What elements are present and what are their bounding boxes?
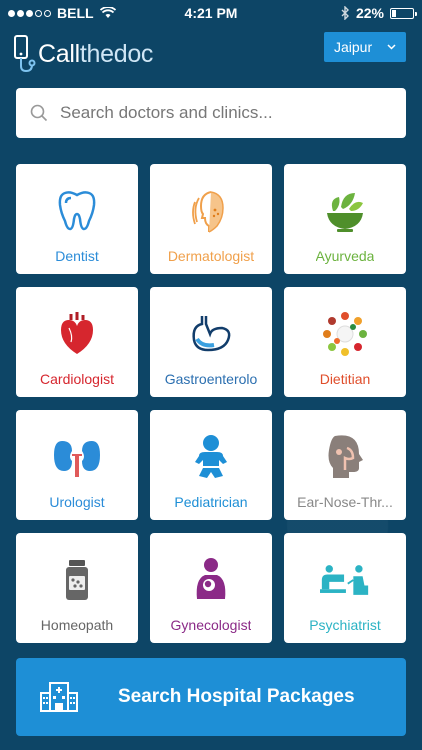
specialty-tile-dentist[interactable]: Dentist (16, 164, 138, 274)
signal-strength-icon (8, 9, 51, 17)
clock: 4:21 PM (184, 5, 238, 21)
carrier-name: BELL (57, 5, 94, 21)
stomach-icon (186, 311, 236, 357)
therapy-couch-icon (320, 557, 370, 603)
specialty-label: Urologist (49, 494, 105, 510)
specialty-label: Pediatrician (174, 494, 248, 510)
search-bar[interactable] (16, 88, 406, 138)
city-name: Jaipur (334, 39, 373, 55)
stethoscope-phone-icon (14, 35, 36, 73)
specialty-label: Dermatologist (167, 248, 255, 264)
logo-text-thin: thedoc (79, 39, 154, 68)
specialty-tile-dietitian[interactable]: Dietitian (284, 287, 406, 397)
specialty-label: Homeopath (40, 617, 114, 633)
specialty-tile-dermatologist[interactable]: Dermatologist (150, 164, 272, 274)
ent-head-icon (320, 434, 370, 480)
tooth-icon (52, 188, 102, 234)
specialty-label: Cardiologist (40, 371, 114, 387)
specialty-tile-psychiatrist[interactable]: Psychiatrist (284, 533, 406, 643)
battery-percent: 22% (355, 5, 384, 21)
packages-label: Search Hospital Packages (118, 686, 355, 707)
status-bar: BELL 4:21 PM 22% (0, 0, 422, 26)
specialty-label: Dietitian (319, 371, 371, 387)
heart-icon (52, 311, 102, 357)
specialty-label: Ear-Nose-Thr... (297, 494, 393, 510)
search-hospital-packages-button[interactable]: Search Hospital Packages (16, 658, 406, 736)
specialty-tile-homeopath[interactable]: Homeopath (16, 533, 138, 643)
hospital-icon (40, 682, 78, 712)
baby-icon (186, 434, 236, 480)
specialty-grid: Dentist Dermatologist Ayurveda Cardiolog… (16, 164, 407, 643)
chevron-down-icon (387, 44, 396, 50)
logo-text-bold: Call (38, 39, 80, 68)
specialty-tile-ent[interactable]: Ear-Nose-Thr... (284, 410, 406, 520)
specialty-label: Dentist (55, 248, 99, 264)
search-icon (30, 104, 48, 122)
specialty-label: Psychiatrist (309, 617, 381, 633)
specialty-label: Gastroenterolo (164, 371, 258, 387)
wifi-icon (99, 7, 116, 18)
battery-icon (390, 7, 417, 19)
food-plate-icon (320, 311, 370, 357)
status-left: BELL (8, 5, 116, 21)
specialty-tile-cardiologist[interactable]: Cardiologist (16, 287, 138, 397)
mortar-leaf-icon (320, 188, 370, 234)
face-icon (186, 188, 236, 234)
app-logo: Callthedoc (12, 34, 153, 74)
medicine-bottle-icon (52, 557, 102, 603)
status-right: 22% (341, 5, 417, 21)
specialty-tile-gastroenterology[interactable]: Gastroenterolo (150, 287, 272, 397)
mother-baby-icon (186, 557, 236, 603)
specialty-label: Gynecologist (170, 617, 252, 633)
specialty-tile-pediatrician[interactable]: Pediatrician (150, 410, 272, 520)
search-input[interactable] (60, 103, 392, 123)
kidney-icon (52, 434, 102, 480)
city-selector[interactable]: Jaipur (324, 32, 406, 62)
app-header: Callthedoc Jaipur (0, 30, 422, 80)
specialty-tile-gynecologist[interactable]: Gynecologist (150, 533, 272, 643)
specialty-tile-ayurveda[interactable]: Ayurveda (284, 164, 406, 274)
specialty-tile-urologist[interactable]: Urologist (16, 410, 138, 520)
bluetooth-icon (341, 6, 349, 20)
logo-text: Callthedoc (38, 40, 153, 69)
specialty-label: Ayurveda (315, 248, 375, 264)
